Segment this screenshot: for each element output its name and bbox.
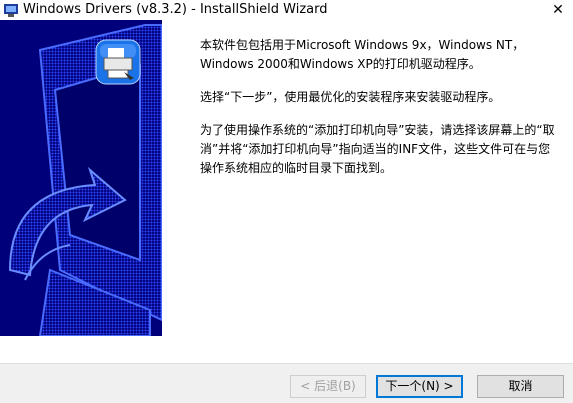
title-bar: Windows Drivers (v8.3.2) - InstallShield… — [0, 0, 573, 20]
add-printer-paragraph: 为了使用操作系统的“添加打印机向导”安装，请选择该屏幕上的“取消”并将“添加打印… — [200, 123, 555, 175]
next-button[interactable]: 下一个(N) > — [376, 375, 463, 398]
side-panel-banner — [0, 20, 162, 336]
close-icon: ✕ — [552, 2, 564, 18]
installshield-computer-icon — [4, 4, 18, 17]
back-button[interactable]: < 后退(B) — [290, 375, 366, 398]
button-bar: < 后退(B) 下一个(N) > 取消 — [0, 363, 573, 403]
printer-setup-icon — [95, 39, 141, 85]
welcome-text: 本软件包包括用于Microsoft Windows 9x，Windows NT，… — [200, 36, 555, 192]
cancel-button[interactable]: 取消 — [477, 375, 564, 398]
window-title: Windows Drivers (v8.3.2) - InstallShield… — [23, 2, 328, 17]
intro-paragraph: 本软件包包括用于Microsoft Windows 9x，Windows NT，… — [200, 38, 525, 71]
close-button[interactable]: ✕ — [543, 0, 573, 20]
next-instruction-paragraph: 选择“下一步”，使用最优化的安装程序来安装驱动程序。 — [200, 90, 501, 104]
